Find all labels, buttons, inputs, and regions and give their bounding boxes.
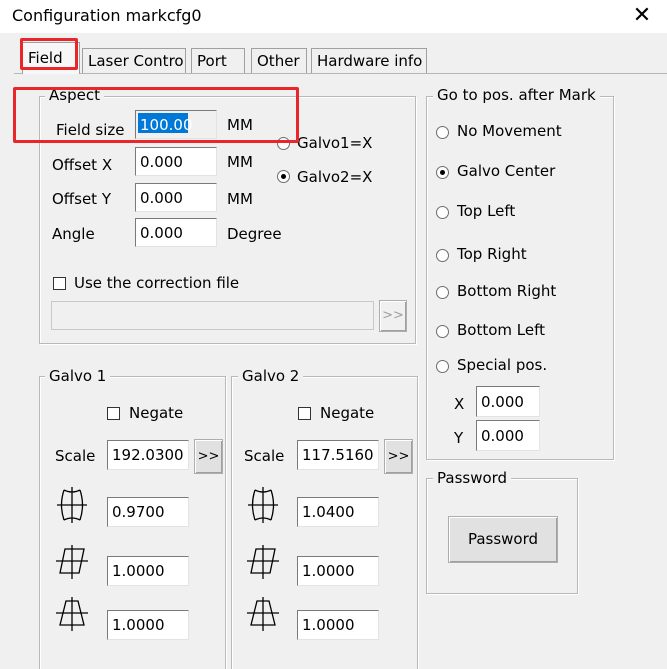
password-group-label: Password (433, 469, 512, 487)
tab-panel-border (14, 73, 667, 74)
trapezoid-icon (54, 597, 90, 633)
galvo2-group-label: Galvo 2 (238, 367, 304, 385)
special-x-input[interactable] (476, 386, 540, 417)
galvo2-x-radio[interactable] (277, 170, 290, 183)
special-y-input[interactable] (476, 420, 540, 451)
goto-radio-bottom-right[interactable] (436, 286, 449, 299)
galvo2-scale-button[interactable]: >> (384, 439, 413, 474)
angle-input[interactable] (135, 218, 217, 247)
offset-x-unit: MM (227, 153, 253, 171)
special-x-label: X (454, 395, 465, 413)
highlight-field-size (13, 87, 299, 143)
goto-radio-no-movement[interactable] (436, 126, 449, 139)
tab-laser-control[interactable]: Laser Contro (82, 48, 186, 74)
browse-correction-button[interactable]: >> (379, 300, 407, 332)
galvo1-trapezoid-input[interactable] (107, 610, 189, 640)
highlight-field-tab (20, 38, 78, 70)
goto-label-bottom-left[interactable]: Bottom Left (457, 321, 545, 339)
goto-radio-special-pos[interactable] (436, 360, 449, 373)
offset-y-input[interactable] (135, 183, 217, 212)
galvo1-parallelogram-input[interactable] (107, 556, 189, 586)
goto-label-top-right[interactable]: Top Right (457, 245, 527, 263)
parallelogram-icon (54, 545, 90, 581)
galvo1-scale-label: Scale (55, 447, 96, 465)
galvo1-scale-input[interactable] (107, 440, 189, 470)
use-correction-label[interactable]: Use the correction file (74, 274, 239, 292)
goto-radio-top-right[interactable] (436, 249, 449, 262)
correction-file-path[interactable] (51, 301, 374, 330)
offset-x-input[interactable] (135, 147, 217, 176)
galvo1-negate-label[interactable]: Negate (129, 404, 183, 422)
angle-unit: Degree (227, 225, 282, 243)
galvo1-group-label: Galvo 1 (45, 367, 111, 385)
goto-group-label: Go to pos. after Mark (433, 86, 600, 104)
special-y-label: Y (454, 429, 464, 447)
password-button[interactable]: Password (448, 516, 558, 563)
tab-port[interactable]: Port (191, 48, 245, 74)
angle-label: Angle (52, 225, 95, 243)
goto-label-galvo-center[interactable]: Galvo Center (457, 162, 555, 180)
galvo2-negate-checkbox[interactable] (298, 407, 311, 420)
galvo2-parallelogram-input[interactable] (297, 556, 379, 586)
offset-y-unit: MM (227, 190, 253, 208)
galvo2-scale-label: Scale (244, 447, 285, 465)
galvo1-barrel-input[interactable] (107, 497, 189, 527)
galvo2-barrel-input[interactable] (297, 497, 379, 527)
galvo1-scale-button[interactable]: >> (194, 439, 223, 474)
trapezoid-icon (245, 597, 281, 633)
tab-hardware-info[interactable]: Hardware info (311, 48, 427, 74)
offset-y-label: Offset Y (52, 190, 111, 208)
goto-label-no-movement[interactable]: No Movement (457, 122, 562, 140)
offset-x-label: Offset X (52, 156, 113, 174)
barrel-distortion-icon (54, 487, 90, 523)
barrel-distortion-icon (245, 487, 281, 523)
parallelogram-icon (245, 545, 281, 581)
galvo1-negate-checkbox[interactable] (107, 407, 120, 420)
goto-label-top-left[interactable]: Top Left (457, 202, 515, 220)
galvo1-x-label[interactable]: Galvo1=X (297, 134, 372, 152)
window-title: Configuration markcfg0 (12, 6, 202, 25)
galvo2-trapezoid-input[interactable] (297, 610, 379, 640)
goto-radio-bottom-left[interactable] (436, 325, 449, 338)
goto-label-special-pos[interactable]: Special pos. (457, 356, 547, 374)
galvo2-scale-input[interactable] (297, 440, 379, 470)
close-button[interactable]: ✕ (628, 2, 656, 30)
goto-radio-galvo-center[interactable] (436, 166, 449, 179)
goto-radio-top-left[interactable] (436, 206, 449, 219)
goto-label-bottom-right[interactable]: Bottom Right (457, 282, 556, 300)
galvo2-negate-label[interactable]: Negate (320, 404, 374, 422)
use-correction-checkbox[interactable] (53, 277, 66, 290)
galvo2-x-label[interactable]: Galvo2=X (297, 168, 372, 186)
tab-other[interactable]: Other (251, 48, 307, 74)
